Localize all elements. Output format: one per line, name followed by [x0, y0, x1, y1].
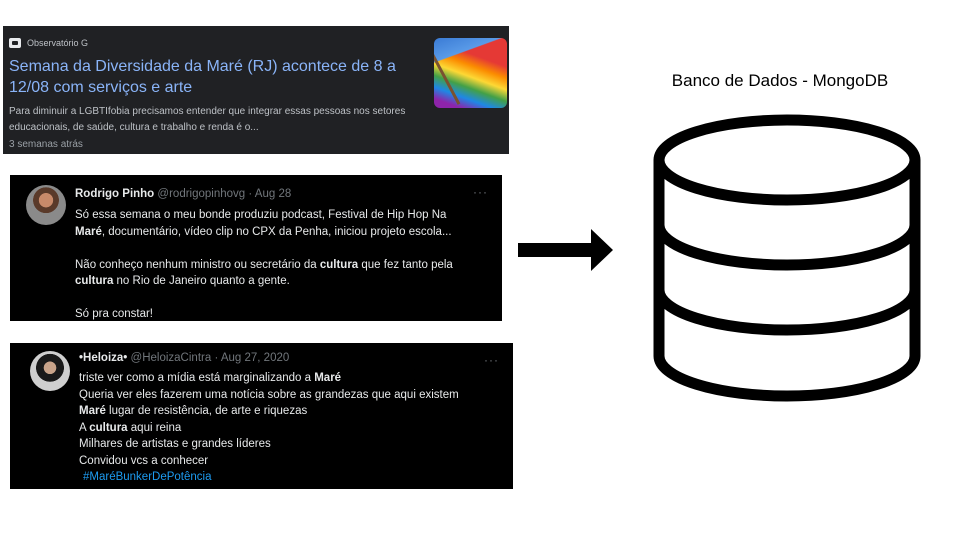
tweet-line: Convidou vcs a conhecer [79, 454, 209, 467]
tweet-line: Maré, documentário, vídeo clip no CPX da… [75, 225, 452, 238]
news-time: 3 semanas atrás [9, 139, 83, 150]
rainbow-flag-thumbnail[interactable] [434, 38, 507, 108]
right-arrow-icon [518, 229, 613, 271]
flag-pole [434, 45, 461, 105]
more-options-icon[interactable]: ··· [484, 353, 499, 367]
tweet-line: Só essa semana o meu bonde produziu podc… [75, 209, 447, 221]
tweet-text: Só essa semana o meu bonde produziu podc… [75, 207, 453, 323]
tweet-line: cultura no Rio de Janeiro quanto a gente… [75, 275, 290, 287]
database-icon [653, 114, 921, 402]
tweet-line: Só pra constar! [75, 308, 153, 320]
tweet-line: #MaréBunkerDePotência [79, 469, 459, 486]
more-options-icon[interactable]: ··· [473, 185, 488, 199]
tweet-text: triste ver como a mídia está marginaliza… [79, 370, 459, 486]
tweet-heloiza[interactable]: •Heloiza• @HeloizaCintra · Aug 27, 2020 … [10, 343, 513, 489]
tweet-line: Queria ver eles fazerem uma notícia sobr… [79, 388, 459, 401]
tweet-author-handle[interactable]: @HeloizaCintra [131, 352, 212, 364]
tweet-author-name[interactable]: •Heloiza• [79, 352, 127, 364]
avatar[interactable] [30, 351, 70, 391]
news-source-label: Observatório G [27, 38, 89, 48]
database-label: Banco de Dados - MongoDB [671, 71, 889, 90]
news-card[interactable]: Observatório G Semana da Diversidade da … [3, 26, 509, 154]
tweet-author-name[interactable]: Rodrigo Pinho [75, 188, 154, 200]
hashtag-link[interactable]: #MaréBunkerDePotência [79, 471, 212, 483]
tweet-line: Maré lugar de resistência, de arte e riq… [79, 405, 308, 417]
tweet-line: A cultura aqui reina [79, 421, 182, 434]
tweet-date[interactable]: Aug 27, 2020 [221, 352, 289, 364]
tweet-author-handle[interactable]: @rodrigopinhovg [157, 188, 245, 200]
avatar[interactable] [26, 185, 66, 225]
tweet-date[interactable]: Aug 28 [255, 188, 291, 200]
tweet-line: Milhares de artistas e grandes líderes [79, 438, 271, 450]
tweet-header: Rodrigo Pinho @rodrigopinhovg · Aug 28 [75, 188, 292, 200]
tweet-line: triste ver como a mídia está marginaliza… [79, 372, 342, 384]
tweet-line: Não conheço nenhum ministro ou secretári… [75, 258, 453, 271]
tweet-header: •Heloiza• @HeloizaCintra · Aug 27, 2020 [79, 352, 290, 364]
news-source: Observatório G [9, 38, 88, 48]
news-source-icon [9, 38, 21, 48]
news-snippet: Para diminuir a LGBTIfobia precisamos en… [9, 106, 406, 133]
news-title[interactable]: Semana da Diversidade da Maré (RJ) acont… [9, 56, 429, 98]
tweet-rodrigo[interactable]: Rodrigo Pinho @rodrigopinhovg · Aug 28 ·… [10, 175, 502, 321]
